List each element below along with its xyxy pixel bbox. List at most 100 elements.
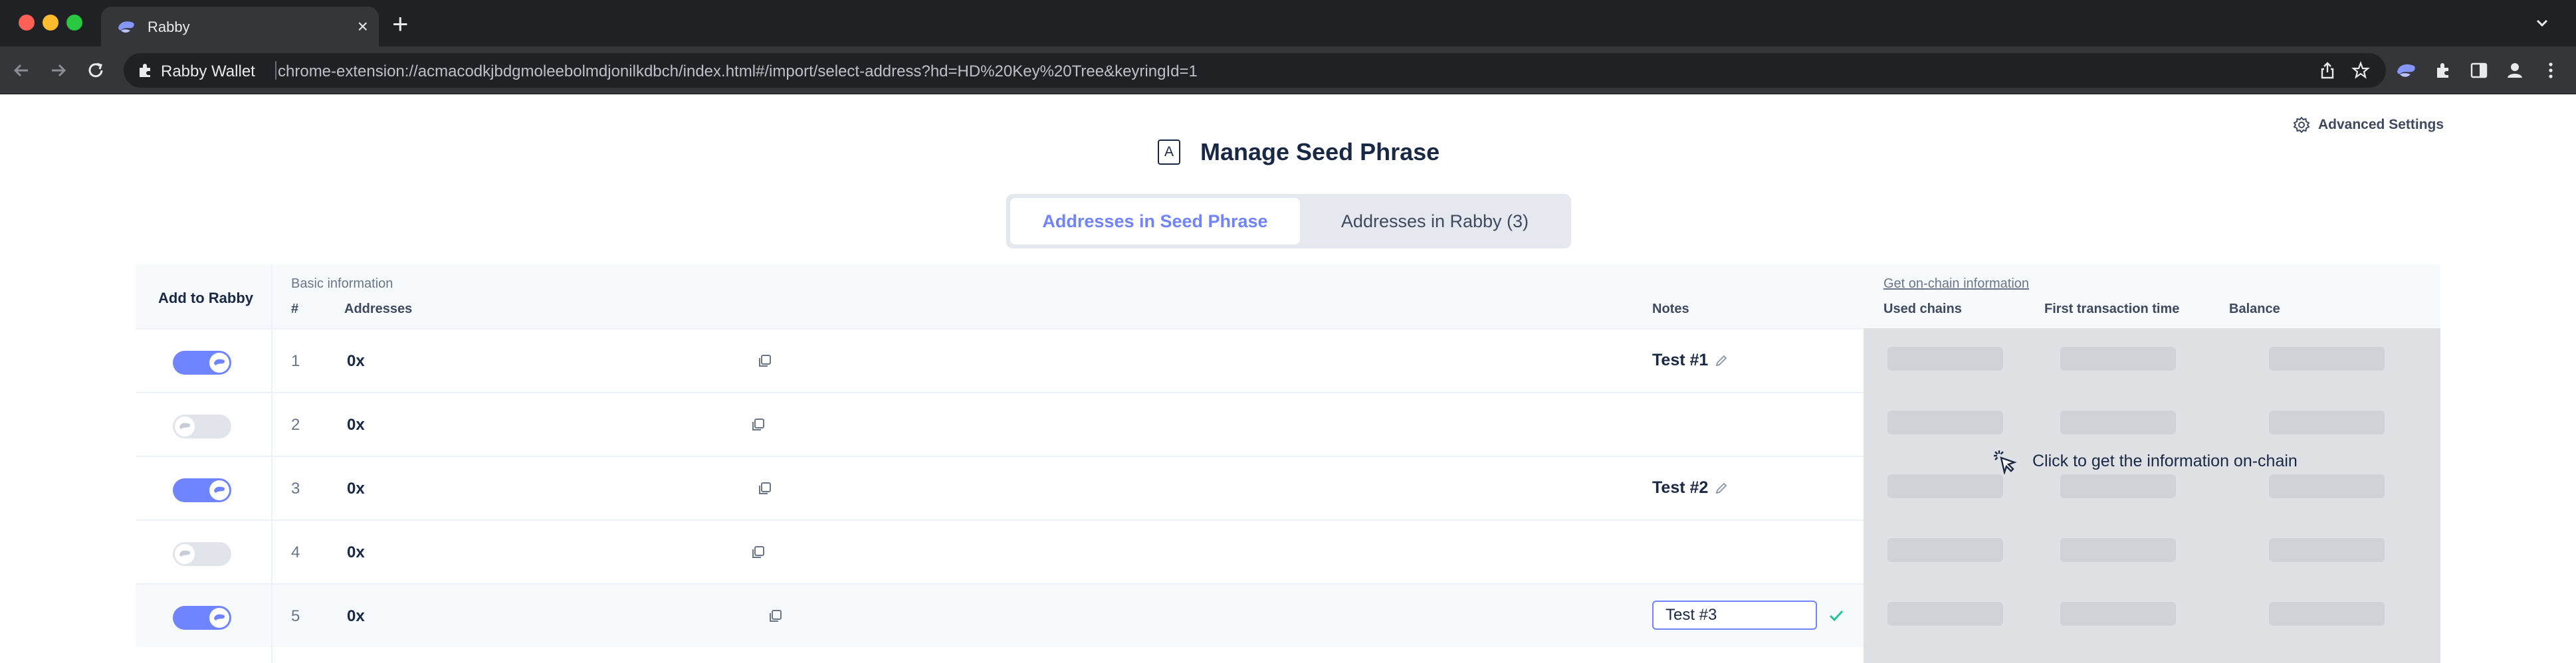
toggle-knob: [175, 417, 195, 436]
skeleton-placeholder: [1887, 602, 2003, 626]
edit-icon[interactable]: [1715, 354, 1728, 367]
advanced-settings-label: Advanced Settings: [2318, 117, 2444, 132]
tab-addresses-in-seed-phrase[interactable]: Addresses in Seed Phrase: [1010, 198, 1300, 244]
add-to-rabby-toggle[interactable]: [173, 606, 231, 630]
skeleton-placeholder: [2060, 474, 2176, 498]
get-onchain-information-link[interactable]: Get on-chain information: [1883, 276, 2029, 292]
note-text: Test #2: [1652, 478, 1709, 497]
skeleton-placeholder: [2269, 347, 2385, 371]
copy-icon[interactable]: [758, 353, 772, 368]
row-note[interactable]: Test #1: [1652, 351, 1728, 370]
toggle-knob: [209, 480, 229, 500]
extension-icon: [140, 64, 150, 77]
skeleton-placeholder: [2269, 474, 2385, 498]
add-to-rabby-toggle[interactable]: [173, 542, 231, 566]
row-note[interactable]: Test #2: [1652, 478, 1728, 498]
browser-toolbar: Rabby Wallet chrome-extension://acmacodk…: [0, 47, 2576, 94]
rabby-extension-icon[interactable]: [2395, 60, 2416, 81]
omnibox-divider: [275, 61, 276, 80]
rabby-logo-icon: [214, 359, 225, 365]
header-used-chains: Used chains: [1883, 302, 1962, 316]
table-row: 4 0x: [136, 520, 1864, 583]
skeleton-placeholder: [2269, 411, 2385, 434]
skeleton-placeholder: [2060, 411, 2176, 434]
rabby-logo-icon: [214, 614, 225, 620]
copy-icon[interactable]: [768, 609, 783, 623]
new-tab-button[interactable]: +: [392, 9, 409, 39]
address-bar[interactable]: Rabby Wallet chrome-extension://acmacodk…: [124, 53, 2386, 88]
column-divider: [271, 264, 272, 663]
table-header: Add to Rabby Basic information # Address…: [136, 264, 2440, 328]
keyring-badge: A: [1158, 140, 1180, 165]
check-icon[interactable]: [1826, 606, 1846, 626]
rabby-logo-icon: [118, 21, 134, 33]
header-notes: Notes: [1652, 302, 1689, 316]
tab-addresses-in-rabby[interactable]: Addresses in Rabby (3): [1303, 198, 1567, 244]
copy-icon[interactable]: [758, 481, 772, 496]
row-address: 0x: [347, 352, 365, 370]
rabby-logo-icon: [179, 423, 191, 429]
skeleton-placeholder: [1887, 411, 2003, 434]
edit-icon[interactable]: [1715, 482, 1728, 495]
star-icon[interactable]: [2351, 61, 2370, 80]
header-balance: Balance: [2229, 302, 2280, 316]
get-onchain-info-button[interactable]: Click to get the information on-chain: [1991, 448, 2298, 474]
row-address: 0x: [347, 416, 365, 434]
more-icon[interactable]: [2540, 60, 2561, 81]
add-to-rabby-toggle[interactable]: [173, 415, 231, 438]
reload-icon[interactable]: [84, 58, 108, 82]
row-index: 3: [291, 480, 300, 498]
share-icon[interactable]: [2318, 61, 2337, 80]
copy-icon[interactable]: [751, 417, 766, 432]
rabby-logo-icon: [214, 486, 225, 493]
browser-titlebar: Rabby × +: [0, 0, 2576, 47]
zoom-window-button[interactable]: [66, 15, 82, 31]
table-row: 1 0x Test #1: [136, 328, 1864, 392]
onchain-info-panel[interactable]: Click to get the information on-chain: [1864, 328, 2440, 663]
tab-title: Rabby: [148, 19, 190, 35]
header-first-transaction-time: First transaction time: [2044, 302, 2180, 316]
row-address: 0x: [347, 543, 365, 561]
puzzle-icon[interactable]: [2432, 60, 2454, 81]
back-icon[interactable]: [9, 58, 33, 82]
header-index: #: [291, 302, 299, 316]
header-addresses: Addresses: [344, 302, 413, 316]
note-input[interactable]: [1652, 601, 1817, 630]
onchain-cta-label: Click to get the information on-chain: [2032, 451, 2298, 470]
advanced-settings-link[interactable]: Advanced Settings: [2293, 114, 2444, 136]
header-basic-information: Basic information: [291, 276, 393, 291]
row-index: 4: [291, 543, 300, 561]
copy-icon[interactable]: [751, 545, 766, 559]
skeleton-placeholder: [1887, 474, 2003, 498]
rabby-page: Advanced Settings A Manage Seed Phrase A…: [0, 94, 2576, 663]
toggle-knob: [209, 353, 229, 373]
table-row: 5 0x: [136, 583, 1864, 647]
address-table: Add to Rabby Basic information # Address…: [136, 264, 2440, 663]
table-row: 2 0x: [136, 392, 1864, 456]
tab-close-icon[interactable]: ×: [358, 16, 368, 37]
row-index: 1: [291, 352, 300, 370]
row-address: 0x: [347, 480, 365, 498]
close-window-button[interactable]: [19, 15, 35, 31]
toggle-knob: [209, 608, 229, 628]
profile-icon[interactable]: [2504, 60, 2525, 81]
forward-icon[interactable]: [47, 58, 70, 82]
row-index: 5: [291, 607, 300, 625]
add-to-rabby-toggle[interactable]: [173, 478, 231, 502]
url-text[interactable]: chrome-extension://acmacodkjbdgmoleebolm…: [278, 62, 1198, 81]
omnibox-site-label: Rabby Wallet: [161, 62, 255, 80]
minimize-window-button[interactable]: [43, 15, 58, 31]
sidepanel-icon[interactable]: [2468, 60, 2490, 81]
skeleton-placeholder: [1887, 347, 2003, 371]
page-title: Manage Seed Phrase: [1200, 138, 1440, 165]
skeleton-placeholder: [2060, 538, 2176, 562]
header-add-to-rabby: Add to Rabby: [158, 290, 253, 306]
table-row: 3 0x Test #2: [136, 456, 1864, 520]
add-to-rabby-toggle[interactable]: [173, 351, 231, 375]
chevron-down-icon[interactable]: [2532, 13, 2552, 33]
skeleton-placeholder: [2060, 347, 2176, 371]
toggle-knob: [175, 544, 195, 564]
browser-tab[interactable]: Rabby ×: [101, 7, 379, 47]
page-header: A Manage Seed Phrase: [1158, 138, 1440, 166]
row-address: 0x: [347, 607, 365, 625]
